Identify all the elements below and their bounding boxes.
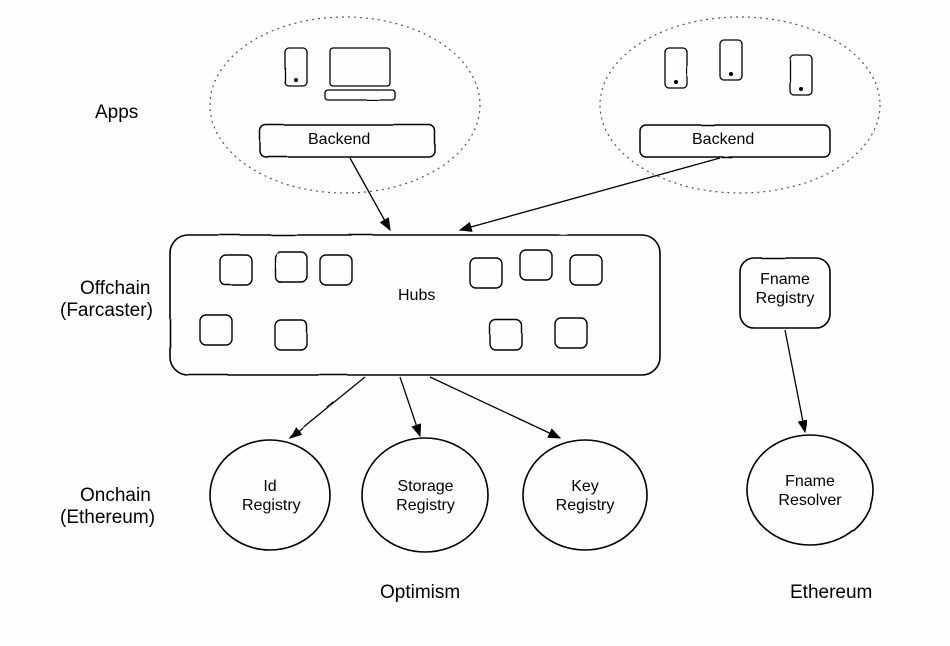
architecture-diagram — [0, 0, 950, 646]
hub-node — [220, 255, 252, 285]
hub-node — [490, 320, 522, 350]
arrow-backend2-hubs — [460, 158, 720, 230]
laptop-screen-icon — [330, 48, 390, 86]
hub-node — [555, 318, 587, 348]
laptop-base-icon — [325, 90, 395, 100]
arrow-hubs-key-registry — [430, 377, 560, 438]
layer-label-onchain-sub: (Ethereum) — [60, 507, 155, 529]
layer-label-apps: Apps — [95, 102, 138, 124]
app-cluster-2 — [600, 17, 880, 193]
hub-node — [520, 250, 552, 280]
arrow-hubs-storage-registry — [400, 377, 420, 436]
id-registry-label: Id Registry — [242, 477, 298, 515]
backend-label-1: Backend — [308, 130, 370, 149]
app-cluster-1 — [210, 17, 480, 193]
storage-registry-label: Storage Registry — [393, 477, 458, 515]
key-registry-label: Key Registry — [555, 477, 615, 515]
hub-node — [200, 315, 232, 345]
hub-node — [320, 255, 352, 285]
backend-label-2: Backend — [692, 130, 754, 149]
arrow-fname-registry-resolver — [785, 330, 805, 432]
layer-label-onchain: Onchain — [80, 485, 151, 507]
hub-node — [570, 255, 602, 285]
hub-node — [470, 258, 502, 288]
hub-node — [275, 320, 307, 350]
arrow-hubs-id-registry — [290, 377, 365, 438]
hub-node — [275, 252, 307, 282]
layer-label-offchain-sub: (Farcaster) — [60, 300, 153, 322]
arrow-backend1-hubs — [350, 158, 390, 230]
optimism-label: Optimism — [380, 582, 460, 604]
fname-resolver-label: Fname Resolver — [777, 472, 843, 510]
hubs-label: Hubs — [398, 286, 435, 305]
fname-registry-label: Fname Registry — [754, 270, 816, 308]
layer-label-offchain: Offchain — [80, 278, 150, 300]
ethereum-label: Ethereum — [790, 582, 872, 604]
